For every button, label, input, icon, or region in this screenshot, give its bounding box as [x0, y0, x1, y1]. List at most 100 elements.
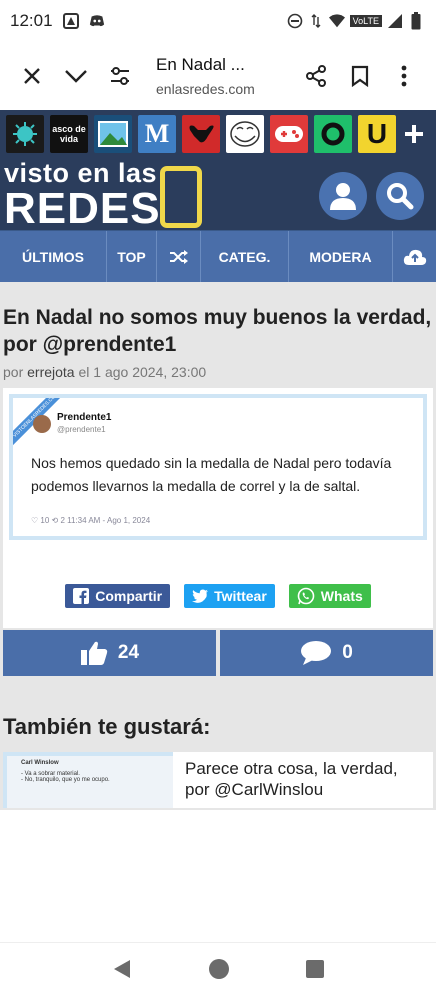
nav-ultimos[interactable]: ÚLTIMOS	[0, 231, 107, 282]
related-heading: También te gustará:	[3, 714, 211, 739]
m-label: M	[144, 119, 170, 148]
bookmark-icon	[351, 65, 369, 87]
nav-moderar[interactable]: MODERA	[289, 231, 393, 282]
nav-moderar-label: MODERA	[309, 248, 372, 265]
gamepad-icon[interactable]	[270, 115, 308, 153]
meta-prefix: por	[3, 364, 24, 380]
status-bar: 12:01 VoLTE	[0, 0, 436, 42]
twitter-share-button[interactable]: Twittear	[184, 584, 275, 608]
gallery-notification-icon	[62, 13, 79, 29]
nav-ultimos-label: ÚLTIMOS	[22, 248, 84, 265]
more-sites-plus-icon[interactable]	[402, 115, 426, 153]
cloud-upload-icon	[403, 249, 426, 265]
picture-icon[interactable]	[94, 115, 132, 153]
u-icon[interactable]: U	[358, 115, 396, 153]
comment-icon	[301, 641, 332, 665]
close-tab-button[interactable]	[10, 54, 54, 98]
recents-square-icon	[306, 960, 324, 978]
facebook-share-label: Compartir	[95, 588, 163, 604]
logo-phone-icon	[160, 166, 202, 228]
system-nav-bar	[0, 942, 436, 1000]
tweet-image[interactable]: VISTOENLASREDES.COM Prendente1 @prendent…	[9, 394, 427, 540]
nav-top[interactable]: TOP	[107, 231, 157, 282]
post-date: el 1 ago 2024, 23:00	[78, 364, 207, 380]
page-title-area[interactable]: En Nadal ... enlasredes.com	[142, 55, 294, 97]
bull-icon[interactable]	[182, 115, 220, 153]
asco-de-vida-label: asco de vida	[52, 124, 86, 144]
do-not-disturb-icon	[287, 13, 303, 29]
page-url: enlasredes.com	[156, 81, 255, 97]
collapse-button[interactable]	[54, 54, 98, 98]
related-title[interactable]: Parece otra cosa, la verdad, por @CarlWi…	[173, 752, 433, 808]
whatsapp-share-label: Whats	[320, 588, 363, 604]
page-title: En Nadal ...	[156, 55, 245, 74]
post-card: VISTOENLASREDES.COM Prendente1 @prendent…	[3, 388, 433, 628]
post-meta: por errejota el 1 ago 2024, 23:00	[3, 364, 433, 380]
related-thumb-name: Carl Winslow	[21, 760, 59, 766]
more-options-button[interactable]	[382, 54, 426, 98]
site-header: asco de vida M U visto en las REDES	[0, 110, 436, 231]
tweet-footer: ♡ 10 ⟲ 2 11:34 AM - Ago 1, 2024	[31, 516, 151, 525]
browser-toolbar: En Nadal ... enlasredes.com	[0, 42, 436, 110]
comment-count: 0	[342, 642, 353, 663]
facebook-share-button[interactable]: Compartir	[65, 584, 171, 608]
nav-random[interactable]	[157, 231, 201, 282]
post-actions: 24 0	[3, 630, 433, 676]
twitter-icon	[192, 589, 209, 603]
like-count: 24	[117, 642, 140, 663]
ring-icon[interactable]	[314, 115, 352, 153]
bookmark-button[interactable]	[338, 54, 382, 98]
u-label: U	[366, 118, 388, 149]
home-circle-icon	[209, 959, 229, 979]
post-author[interactable]: errejota	[27, 364, 74, 380]
close-icon	[24, 68, 40, 84]
comments-button[interactable]: 0	[220, 630, 433, 676]
user-icon	[330, 183, 356, 210]
tweet-author-name: Prendente1	[57, 412, 112, 423]
search-icon	[387, 183, 414, 210]
tune-icon	[111, 67, 129, 85]
whatsapp-share-button[interactable]: Whats	[288, 584, 371, 608]
back-triangle-icon	[114, 960, 130, 978]
related-item[interactable]: Carl Winslow - Va a sobrar material. - N…	[3, 752, 433, 808]
user-account-button[interactable]	[319, 172, 367, 220]
volte-badge: VoLTE	[349, 15, 382, 27]
battery-icon	[408, 12, 424, 30]
chevron-down-icon	[65, 70, 87, 83]
search-button[interactable]	[376, 172, 424, 220]
nav-top-label: TOP	[117, 248, 146, 265]
nav-categorias-label: CATEG.	[218, 248, 271, 265]
shuffle-icon	[169, 249, 188, 264]
tweet-text: Nos hemos quedado sin la medalla de Nada…	[31, 455, 392, 494]
related-thumb-line-2: - No, tranquilo, que yo me ocupo.	[21, 777, 110, 783]
facebook-icon	[73, 588, 90, 604]
wifi-icon	[328, 13, 345, 29]
tweet-author-handle: @prendente1	[57, 425, 106, 434]
virus-icon[interactable]	[6, 115, 44, 153]
thumbs-up-icon	[80, 641, 108, 665]
post-title[interactable]: En Nadal no somos muy buenos la verdad, …	[3, 304, 433, 358]
discord-notification-icon	[89, 13, 105, 29]
recents-button[interactable]	[306, 960, 324, 983]
like-button[interactable]: 24	[3, 630, 216, 676]
share-buttons: Compartir Twittear Whats	[3, 584, 433, 608]
home-button[interactable]	[208, 958, 230, 985]
more-vert-icon	[401, 65, 407, 87]
site-settings-button[interactable]	[98, 54, 142, 98]
trollface-icon[interactable]	[226, 115, 264, 153]
signal-icon	[387, 13, 403, 29]
back-button[interactable]	[112, 959, 132, 984]
asco-de-vida-icon[interactable]: asco de vida	[50, 115, 88, 153]
m-icon[interactable]: M	[138, 115, 176, 153]
share-icon	[306, 65, 326, 87]
nav-upload[interactable]	[393, 231, 436, 282]
status-time: 12:01	[10, 11, 53, 30]
tweet-avatar	[33, 415, 51, 433]
related-thumbnail[interactable]: Carl Winslow - Va a sobrar material. - N…	[3, 752, 173, 808]
main-nav: ÚLTIMOS TOP CATEG. MODERA	[0, 230, 436, 282]
whatsapp-icon	[297, 587, 315, 605]
network-sites-row: asco de vida M U	[0, 110, 436, 154]
share-button[interactable]	[294, 54, 338, 98]
nav-categorias[interactable]: CATEG.	[201, 231, 289, 282]
twitter-share-label: Twittear	[214, 588, 267, 604]
